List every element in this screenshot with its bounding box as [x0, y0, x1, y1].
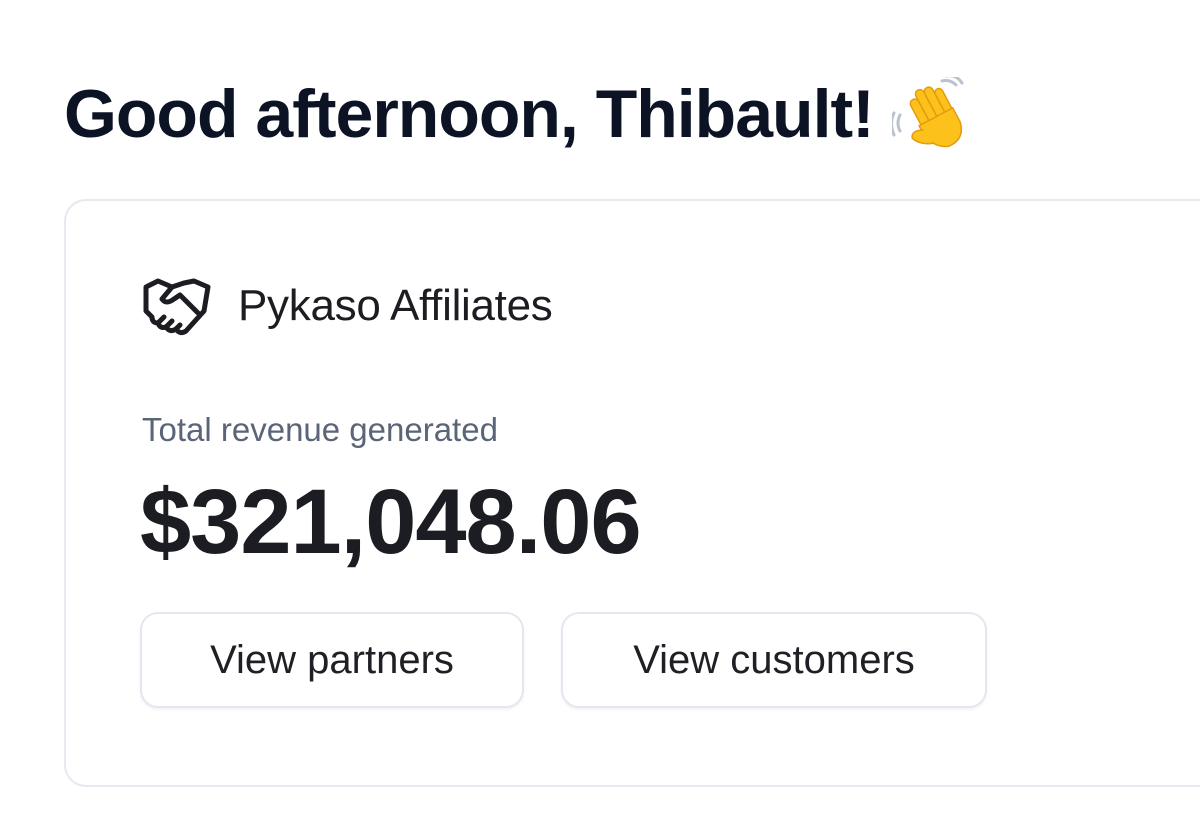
waving-hand-icon [889, 74, 974, 155]
total-revenue-value: $321,048.06 [140, 471, 642, 573]
view-customers-button[interactable]: View customers [561, 612, 987, 708]
card-title: Pykaso Affiliates [238, 281, 553, 330]
handshake-icon [142, 275, 212, 337]
card-header: Pykaso Affiliates [142, 275, 553, 337]
affiliates-card: Pykaso Affiliates Total revenue generate… [64, 199, 1200, 787]
greeting-text: Good afternoon, Thibault! [64, 76, 875, 152]
greeting-heading: Good afternoon, Thibault! [64, 74, 974, 154]
metric-label: Total revenue generated [142, 411, 498, 448]
view-partners-button[interactable]: View partners [140, 612, 524, 708]
